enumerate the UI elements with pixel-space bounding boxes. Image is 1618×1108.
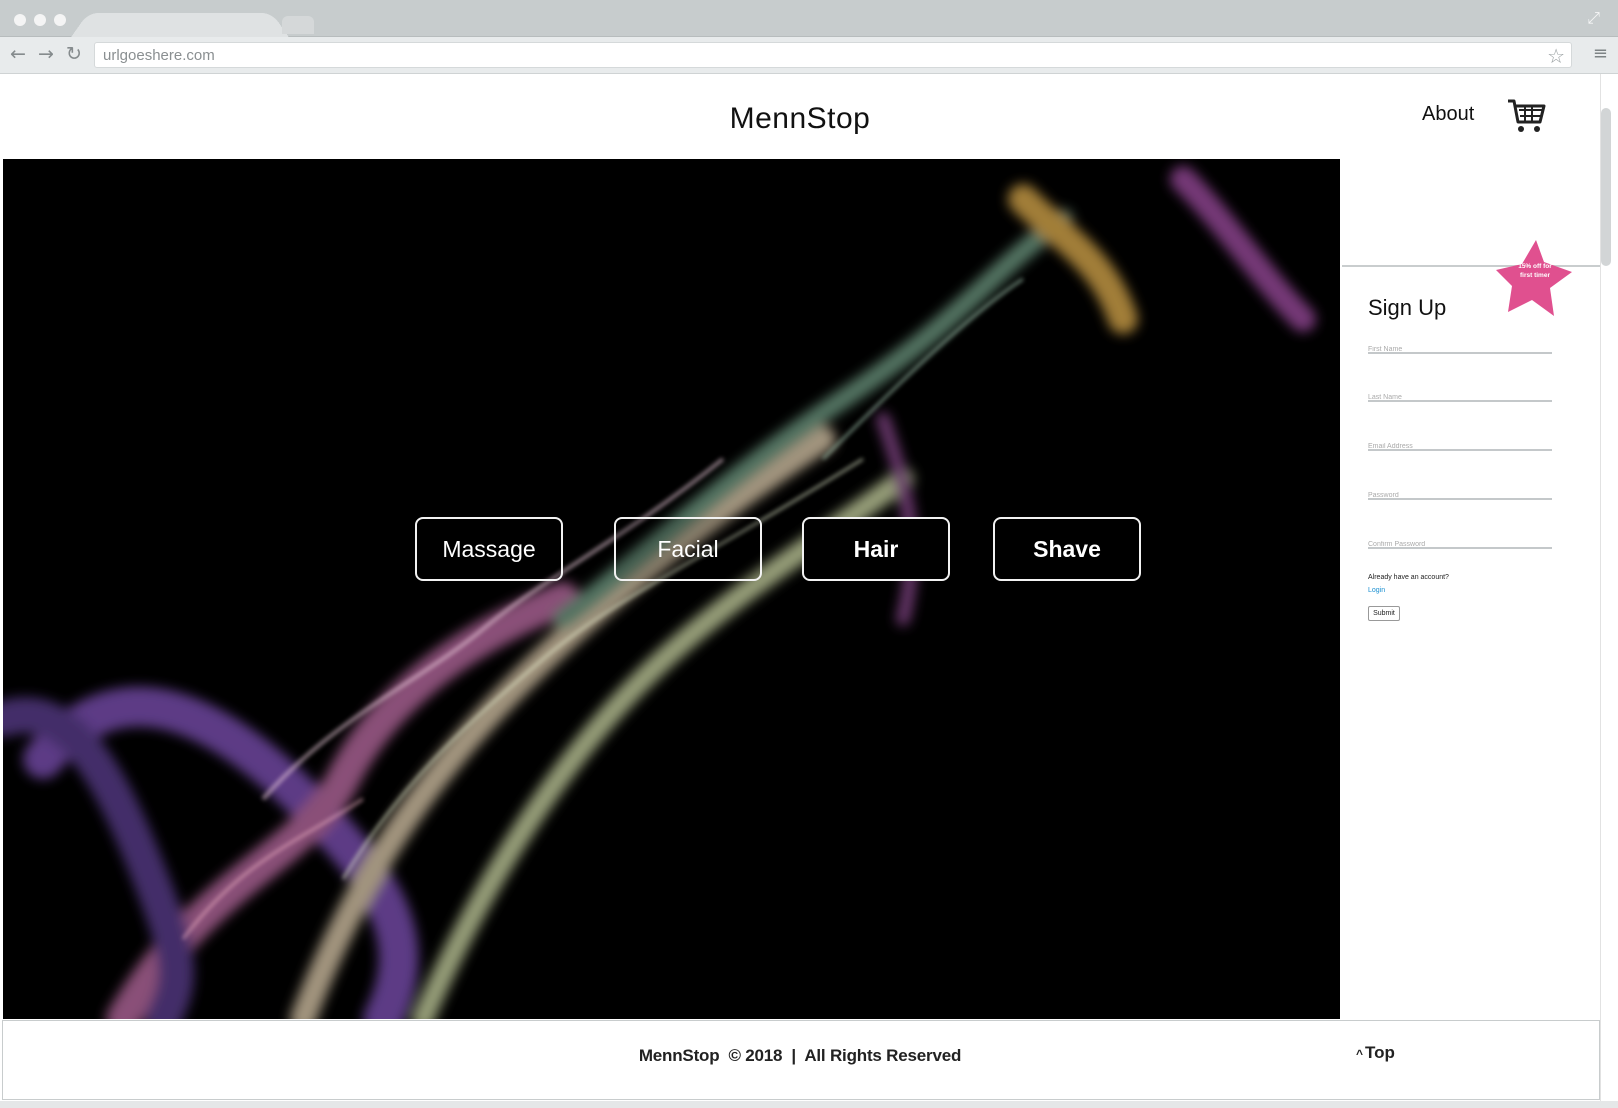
already-account-text: Already have an account? — [1368, 574, 1449, 581]
service-facial-button[interactable]: Facial — [614, 517, 762, 581]
first-name-field[interactable] — [1368, 338, 1552, 354]
smoke-background-image — [3, 166, 1316, 1019]
last-name-input[interactable] — [1368, 394, 1552, 401]
hero-banner — [3, 159, 1340, 1019]
confirm-password-input[interactable] — [1368, 541, 1552, 548]
first-name-input[interactable] — [1368, 346, 1552, 353]
email-input[interactable] — [1368, 443, 1552, 450]
browser-titlebar: ⤢ — [0, 0, 1618, 39]
email-field[interactable] — [1368, 435, 1552, 451]
window-maximize-dot[interactable] — [54, 14, 66, 26]
confirm-password-field[interactable] — [1368, 533, 1552, 549]
forward-arrow-icon[interactable]: → — [38, 43, 54, 65]
window-close-dot[interactable] — [14, 14, 26, 26]
login-link[interactable]: Login — [1368, 587, 1385, 594]
window-minimize-dot[interactable] — [34, 14, 46, 26]
scrollbar-thumb[interactable] — [1601, 108, 1611, 266]
password-field[interactable] — [1368, 484, 1552, 500]
url-text: urlgoeshere.com — [103, 47, 215, 64]
signup-title: Sign Up — [1368, 295, 1447, 320]
submit-button[interactable]: Submit — [1368, 606, 1400, 621]
nav-about-link[interactable]: About — [1422, 103, 1474, 126]
service-massage-button[interactable]: Massage — [415, 517, 563, 581]
promo-badge-text: 15% off for first timer — [1518, 263, 1552, 279]
top-label: Top — [1365, 1043, 1395, 1062]
reload-icon[interactable]: ↻ — [66, 43, 82, 65]
browser-tab-active[interactable] — [70, 13, 290, 39]
window-bottom-edge — [0, 1101, 1618, 1108]
service-shave-button[interactable]: Shave — [993, 517, 1141, 581]
browser-tab-new[interactable] — [282, 16, 314, 34]
password-input[interactable] — [1368, 492, 1552, 499]
last-name-field[interactable] — [1368, 386, 1552, 402]
caret-up-icon: ^ — [1356, 1047, 1364, 1061]
browser-toolbar: ← → ↻ urlgoeshere.com ☆ ≡ — [0, 37, 1618, 74]
back-arrow-icon[interactable]: ← — [10, 43, 26, 65]
shopping-cart-icon[interactable] — [1506, 96, 1548, 136]
bookmark-star-icon[interactable]: ☆ — [1547, 44, 1565, 68]
expand-icon[interactable]: ⤢ — [1587, 8, 1600, 28]
back-to-top-link[interactable]: ^ Top — [1356, 1043, 1395, 1063]
site-brand[interactable]: MennStop — [0, 102, 1600, 136]
address-bar[interactable]: urlgoeshere.com ☆ — [94, 42, 1572, 68]
menu-icon[interactable]: ≡ — [1593, 43, 1608, 64]
service-hair-button[interactable]: Hair — [802, 517, 950, 581]
